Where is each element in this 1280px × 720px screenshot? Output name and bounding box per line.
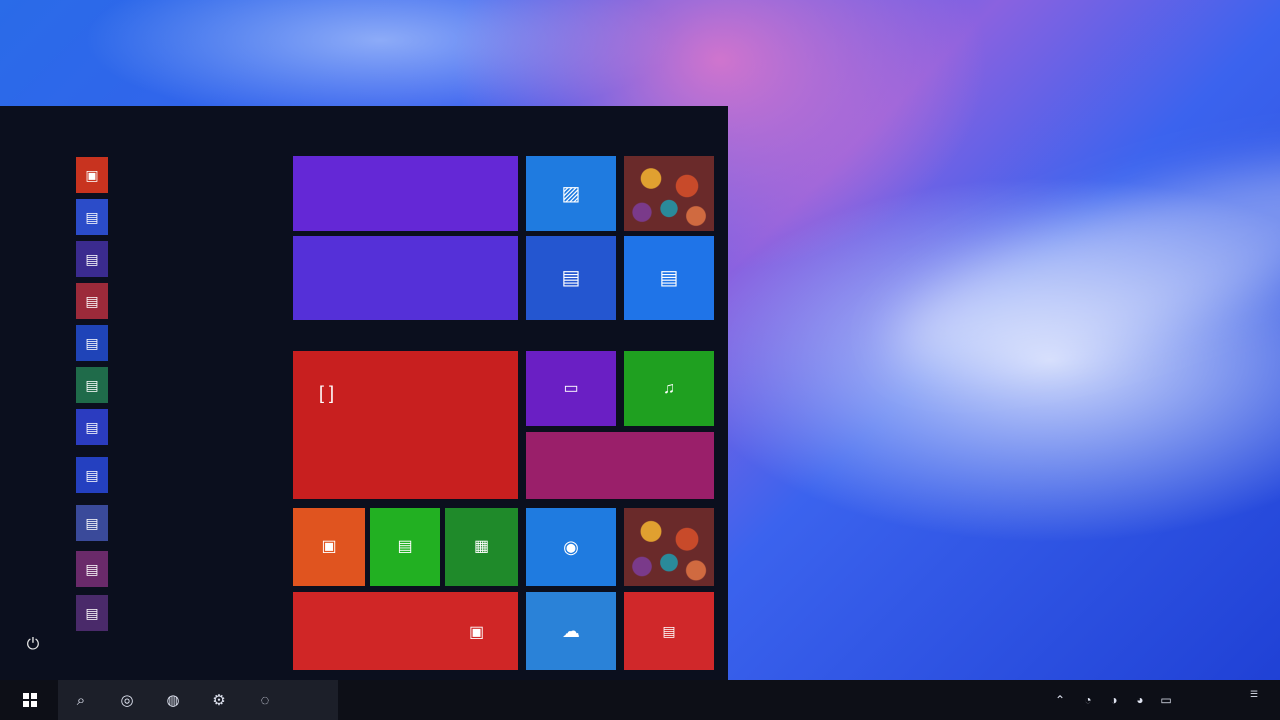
chevron-up-icon[interactable]: ⌃ (1052, 692, 1068, 708)
skype-icon: ◉ (563, 537, 579, 557)
app-list-item[interactable]: ▤ (76, 240, 276, 278)
app-list-item[interactable]: ▤ (76, 504, 276, 542)
app-list-item[interactable]: ▤ (76, 198, 276, 236)
store-icon[interactable]: ◌ (242, 680, 288, 720)
tile-green-document[interactable]: ▤ (370, 508, 440, 586)
tile-skype[interactable]: ◉ (526, 508, 616, 586)
tile-green-game[interactable]: ♫ (624, 351, 714, 426)
power-icon[interactable]: ⏻ (22, 634, 44, 656)
settings-icon[interactable]: ⚙ (196, 680, 242, 720)
search-icon[interactable]: ⌕ (58, 680, 104, 720)
tile-photos[interactable]: ▨ (526, 156, 616, 231)
document-icon: ▤ (397, 538, 413, 555)
document-app-icon: ▤ (76, 409, 108, 445)
tile-purple-small[interactable]: ▭ (526, 351, 616, 426)
document-app-icon: ▤ (76, 505, 108, 541)
app-list-item[interactable]: ▣ (76, 156, 276, 194)
app-list-item[interactable]: ▤ (76, 594, 276, 632)
tile-office[interactable]: ▣ (293, 508, 365, 586)
document-app-icon: ▤ (76, 283, 108, 319)
volume-icon[interactable]: ◑ (1106, 692, 1122, 708)
news-icon: ▤ (662, 623, 676, 639)
taskbar-pinned-apps: ⌕ ◎ ◍ ⚙ ◌ (58, 680, 338, 720)
photo-icon: ▨ (561, 182, 581, 205)
app-list-item[interactable]: ▤ (76, 456, 276, 494)
tile-red-small[interactable]: ▤ (624, 592, 714, 670)
calendar-icon: ▤ (561, 267, 581, 289)
taskbar: ⌕ ◎ ◍ ⚙ ◌ ⌃ ◔ ◑ ◕ ▭ ☰ (0, 680, 1280, 720)
office-icon: ▣ (321, 538, 337, 555)
mail-icon: ▭ (563, 379, 579, 397)
document-app-icon: ▤ (76, 367, 108, 403)
notification-center-icon[interactable]: ☰ (1236, 688, 1272, 700)
store-app-icon: ▣ (76, 157, 108, 193)
document-app-icon: ▤ (76, 595, 108, 631)
edge-icon[interactable]: ◍ (150, 680, 196, 720)
document-app-icon: ▤ (76, 199, 108, 235)
document-app-icon: ▤ (76, 241, 108, 277)
app-list-item[interactable]: ▤ (76, 408, 276, 446)
start-button[interactable] (10, 680, 50, 720)
tile-calendar[interactable]: ▤ (526, 236, 616, 320)
document-app-icon: ▤ (76, 457, 108, 493)
tile-wide-purple[interactable] (293, 156, 518, 231)
start-menu: ▣ ▤ ▤ ▤ ▤ ▤ ▤ ▤ ▤ ▤ ▤ ⏻ ▨ ▤ ▤ [] ▭ ♫ ▣ … (0, 106, 728, 680)
windows-logo-icon (23, 693, 37, 707)
xbox-icon: ▦ (473, 538, 490, 555)
document-app-icon: ▤ (76, 325, 108, 361)
app-list-item[interactable] (76, 638, 276, 676)
tile-xbox[interactable]: ▦ (445, 508, 518, 586)
cortana-icon[interactable]: ◎ (104, 680, 150, 720)
app-list-item[interactable]: ▤ (76, 282, 276, 320)
mail-icon: ▤ (659, 267, 679, 289)
keyboard-icon[interactable]: ▭ (1158, 692, 1174, 708)
wallpaper-light-streak (872, 122, 1280, 408)
tile-wide-red-news[interactable]: ▣ (293, 592, 518, 670)
tile-wide-magenta[interactable] (526, 432, 714, 499)
app-list-item[interactable]: ▤ (76, 366, 276, 404)
document-app-icon: ▤ (76, 551, 108, 587)
tile-live-photo-bottom[interactable] (624, 508, 714, 586)
weather-icon: ☁ (562, 621, 580, 641)
tile-large-red[interactable]: [ ] (293, 351, 518, 499)
battery-icon[interactable]: ◕ (1132, 692, 1148, 708)
tile-weather[interactable]: ☁ (526, 592, 616, 670)
news-icon: ▣ (469, 624, 485, 641)
network-icon[interactable]: ◔ (1080, 692, 1096, 708)
app-list-item[interactable]: ▤ (76, 324, 276, 362)
game-icon: ♫ (663, 379, 675, 397)
tile-live-photo[interactable] (624, 156, 714, 231)
app-icon (76, 639, 108, 675)
frame-icon: [ ] (319, 383, 335, 403)
tile-mail[interactable]: ▤ (624, 236, 714, 320)
tile-wide-news[interactable] (293, 236, 518, 320)
app-list-item[interactable]: ▤ (76, 550, 276, 588)
